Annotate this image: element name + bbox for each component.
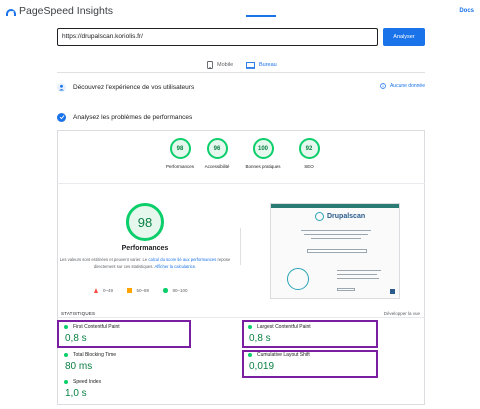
metric-si-value: 1,0 s [65,388,87,399]
legend-average: 50–89 [127,288,149,293]
performance-title: Performances [121,245,169,252]
preview-text-line [304,234,368,236]
info-icon [380,83,386,89]
desc-text-1: Les valeurs sont estimées et peuvent var… [59,257,149,262]
diagnose-label: Analysez les problèmes de performances [73,113,193,121]
highlight-box-lcp [242,320,378,348]
tab-mobile-label: Mobile [217,62,234,68]
legend-good: 90–100 [163,288,188,293]
preview-brand: Drupalscan [327,213,366,220]
accessibility-score-gauge: 96 [206,138,228,159]
performance-description: Les valeurs sont estimées et peuvent var… [58,257,232,270]
analyze-button[interactable]: Analyser [383,28,425,46]
no-data-indicator: Aucune donnée [380,83,425,89]
green-circle-icon [64,380,68,384]
highlight-box-fcp [57,320,191,348]
user-experience-section[interactable]: Découvrez l'expérience de vos utilisateu… [57,80,425,94]
expand-view-link[interactable]: Développer la vue [384,311,420,316]
preview-circle-graphic [287,268,309,290]
preview-text-line [337,278,379,280]
red-triangle-icon [94,288,98,293]
device-tabs: Mobile Bureau [0,58,480,72]
preview-header-bar [271,204,399,208]
users-icon [57,82,66,92]
best-practices-score-gauge: 100 [252,138,274,159]
diagnose-icon [57,112,66,122]
seo-score-gauge: 92 [298,138,320,159]
no-data-label: Aucune donnée [389,83,425,89]
metric-tbt-value: 80 ms [65,361,93,372]
page-screenshot-preview: Drupalscan [270,203,400,299]
metric-tbt: Total Blocking Time 80 ms [64,352,194,378]
orange-square-icon [127,288,132,293]
preview-input [307,249,367,253]
green-circle-icon [163,288,168,293]
preview-text-line [337,274,377,276]
metric-si-label: Speed Index [73,379,102,385]
score-calc-link[interactable]: calcul du score lié aux performances [148,257,216,262]
preview-button [337,288,355,291]
url-input[interactable]: https://drupalscan.koriolis.fr/ [57,28,378,46]
desktop-icon [246,61,255,69]
score-legend: 0–49 50–89 90–100 [94,288,202,293]
legend-poor: 0–49 [94,288,113,293]
tab-mobile[interactable]: Mobile [207,58,233,72]
pagespeed-logo-icon [6,9,16,16]
preview-text-line [311,238,361,240]
seo-category-label: SEO [304,164,314,169]
preview-logo-icon [315,212,324,221]
card-divider [57,183,425,184]
legend-average-label: 50–89 [136,288,150,293]
performance-big-gauge: 98 [126,203,164,241]
tab-desktop[interactable]: Bureau [246,58,277,72]
highlight-box-cls [242,350,378,378]
tab-desktop-label: Bureau [259,62,277,68]
stats-label: STATISTIQUES [61,311,96,316]
docs-link[interactable]: Docs [459,8,474,14]
preview-corner-badge [390,289,395,294]
active-tab-indicator [246,15,276,17]
app-title: PageSpeed Insights [19,5,113,17]
calculator-link[interactable]: Afficher la calculatrice. [154,264,196,269]
category-seo[interactable]: 92 SEO [279,138,339,169]
preview-text-line [337,270,381,272]
phone-icon [207,61,213,69]
legend-good-label: 90–100 [172,288,188,293]
legend-poor-label: 0–49 [103,288,114,293]
tabs-divider [57,72,425,73]
stats-divider [57,317,425,318]
metric-tbt-label: Total Blocking Time [73,352,117,358]
top-bar: PageSpeed Insights Docs [0,0,480,24]
vertical-separator [240,228,241,265]
diagnose-section[interactable]: Analysez les problèmes de performances [57,110,425,124]
user-experience-label: Découvrez l'expérience de vos utilisateu… [73,83,195,91]
preview-text-line [301,230,371,232]
green-circle-icon [64,353,68,357]
metric-si: Speed Index 1,0 s [64,379,194,405]
